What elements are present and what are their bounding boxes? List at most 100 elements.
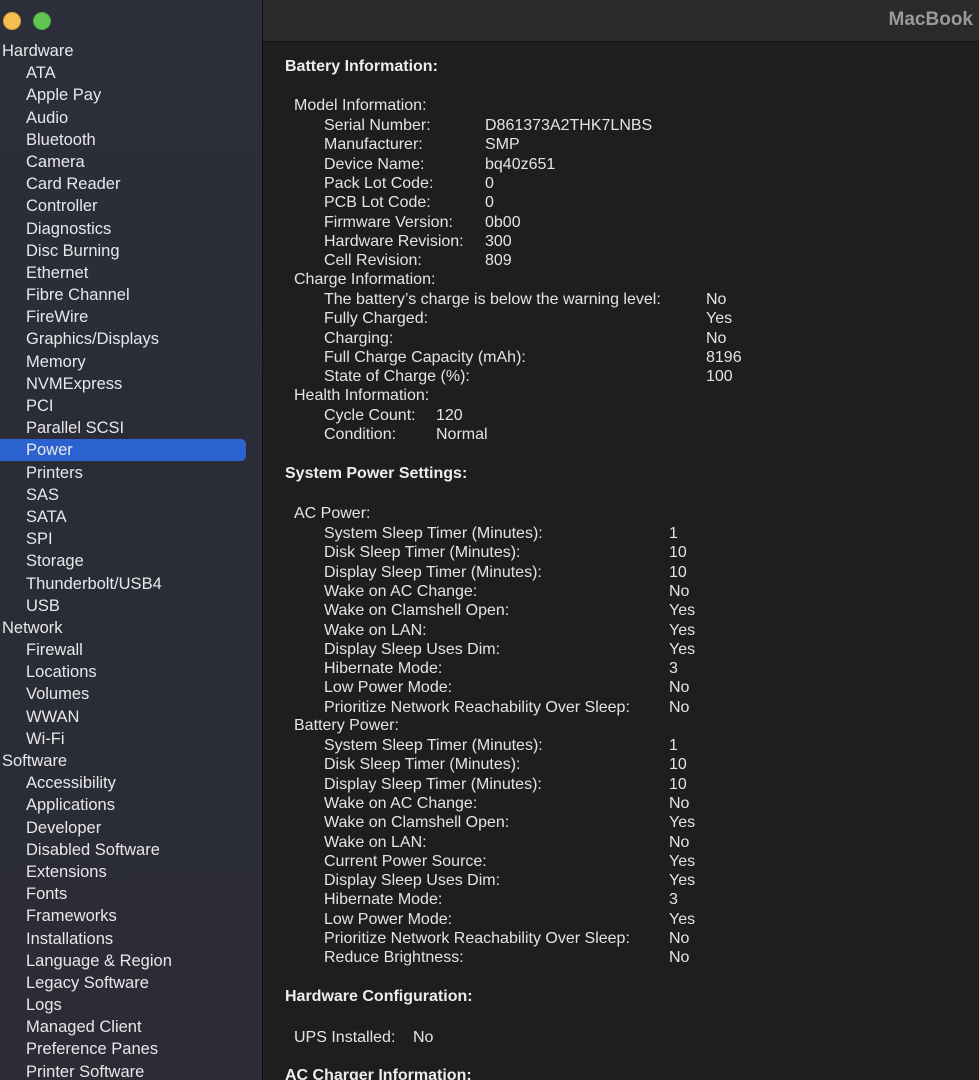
sidebar-item[interactable]: Applications bbox=[0, 794, 262, 816]
sidebar-item[interactable]: Ethernet bbox=[0, 262, 262, 284]
sidebar-item[interactable]: Wi-Fi bbox=[0, 728, 262, 750]
sidebar-item[interactable]: Graphics/Displays bbox=[0, 328, 262, 350]
sidebar-item[interactable]: Audio bbox=[0, 107, 262, 129]
sidebar-item-label: Printers bbox=[26, 463, 83, 482]
sidebar-item-label: Developer bbox=[26, 818, 102, 837]
sidebar-item[interactable]: ATA bbox=[0, 62, 262, 84]
info-row: State of Charge (%): 100 bbox=[324, 367, 963, 386]
sidebar-item[interactable]: Power bbox=[0, 439, 262, 462]
sidebar-item[interactable]: Printers bbox=[0, 462, 262, 484]
sidebar-item[interactable]: Language & Region bbox=[0, 950, 262, 972]
sidebar-item[interactable]: Camera bbox=[0, 151, 262, 173]
info-value: 10 bbox=[669, 775, 687, 793]
sidebar-item[interactable]: NVMExpress bbox=[0, 373, 262, 395]
sidebar-item[interactable]: Storage bbox=[0, 550, 262, 572]
sidebar-item[interactable]: Accessibility bbox=[0, 772, 262, 794]
sidebar-category[interactable]: Software bbox=[0, 750, 262, 772]
ac-power-heading: AC Power: bbox=[294, 505, 371, 522]
sidebar-item[interactable]: USB bbox=[0, 595, 262, 617]
sidebar-item-label: Memory bbox=[26, 352, 86, 371]
info-label: Wake on LAN: bbox=[324, 833, 427, 851]
sidebar-item[interactable]: SATA bbox=[0, 506, 262, 528]
sidebar-item[interactable]: Disc Burning bbox=[0, 240, 262, 262]
info-label: Wake on LAN: bbox=[324, 621, 427, 639]
info-row: Firmware Version: 0b00 bbox=[324, 213, 963, 232]
info-value: No bbox=[669, 582, 690, 600]
info-row: Cell Revision: 809 bbox=[324, 251, 963, 270]
sidebar-item[interactable]: Fibre Channel bbox=[0, 284, 262, 306]
info-value: 8196 bbox=[706, 348, 742, 366]
sidebar-category[interactable]: Hardware bbox=[0, 40, 262, 62]
info-value: 1 bbox=[669, 737, 678, 754]
sidebar-item[interactable]: SPI bbox=[0, 528, 262, 550]
info-value: 100 bbox=[706, 368, 733, 386]
info-value: No bbox=[706, 329, 727, 347]
info-value: Yes bbox=[669, 814, 696, 832]
info-value: 0 bbox=[485, 194, 494, 212]
info-row: Device Name: bq40z651 bbox=[324, 155, 963, 174]
info-row: Display Sleep Timer (Minutes): 10 bbox=[324, 563, 963, 582]
info-label: Device Name: bbox=[324, 155, 425, 173]
sidebar-list: Hardware ATA Apple Pay Audio Bluetooth Camera… bbox=[0, 40, 262, 1080]
info-row: System Sleep Timer (Minutes): 1 bbox=[324, 524, 963, 543]
info-value: 0 bbox=[485, 174, 494, 192]
sidebar-item-label: PCI bbox=[26, 397, 54, 415]
sidebar-item-label: Diagnostics bbox=[26, 219, 112, 238]
info-row: Hibernate Mode: 3 bbox=[324, 659, 963, 678]
sidebar-item[interactable]: Diagnostics bbox=[0, 218, 262, 240]
sidebar-item-label: Language & Region bbox=[26, 951, 172, 970]
info-row: Display Sleep Uses Dim: Yes bbox=[324, 871, 963, 890]
sidebar-item[interactable]: SAS bbox=[0, 484, 262, 506]
ups-installed-row: UPS Installed: No bbox=[294, 1028, 594, 1047]
sidebar-item[interactable]: Disabled Software bbox=[0, 839, 262, 861]
sidebar-item[interactable]: Card Reader bbox=[0, 173, 262, 195]
sidebar-item[interactable]: Bluetooth bbox=[0, 129, 262, 151]
sidebar: Hardware ATA Apple Pay Audio Bluetooth Camera… bbox=[0, 0, 263, 1080]
sidebar-item[interactable]: Firewall bbox=[0, 639, 262, 661]
info-value: 3 bbox=[669, 891, 678, 909]
sidebar-item[interactable]: Parallel SCSI bbox=[0, 417, 262, 439]
info-row: Serial Number: D861373A2THK7LNBS bbox=[324, 116, 963, 135]
sidebar-item[interactable]: Extensions bbox=[0, 861, 262, 883]
sidebar-item-label: Disabled Software bbox=[26, 840, 160, 859]
sidebar-item[interactable]: Locations bbox=[0, 661, 262, 683]
minimize-window-button[interactable] bbox=[3, 12, 21, 30]
info-label: Condition: bbox=[324, 426, 397, 444]
info-row: Charging: No bbox=[324, 329, 963, 348]
info-row: Low Power Mode: Yes bbox=[324, 910, 963, 929]
sidebar-item[interactable]: Thunderbolt/USB4 bbox=[0, 573, 262, 595]
info-label: Cycle Count: bbox=[324, 407, 416, 424]
sidebar-item-label: Extensions bbox=[26, 862, 107, 881]
info-label: PCB Lot Code: bbox=[324, 194, 431, 212]
info-value: 10 bbox=[669, 563, 687, 581]
sidebar-item[interactable]: Logs bbox=[0, 994, 262, 1016]
sidebar-item[interactable]: Developer bbox=[0, 817, 262, 839]
sidebar-item[interactable]: Controller bbox=[0, 195, 262, 217]
sidebar-item-label: USB bbox=[26, 596, 60, 615]
info-row: Full Charge Capacity (mAh): 8196 bbox=[324, 348, 963, 367]
sidebar-item[interactable]: Memory bbox=[0, 351, 262, 373]
sidebar-item[interactable]: Fonts bbox=[0, 883, 262, 905]
info-value: 0b00 bbox=[485, 213, 521, 231]
sidebar-item[interactable]: Frameworks bbox=[0, 905, 262, 927]
sidebar-item-label: Parallel SCSI bbox=[26, 419, 125, 438]
sidebar-item[interactable]: Installations bbox=[0, 928, 262, 950]
hardware-configuration-title: Hardware Configuration: bbox=[285, 988, 473, 1005]
sidebar-item[interactable]: Volumes bbox=[0, 683, 262, 705]
info-value: Yes bbox=[669, 640, 696, 658]
info-label: Display Sleep Uses Dim: bbox=[324, 640, 501, 658]
sidebar-item-label: Graphics/Displays bbox=[26, 330, 159, 349]
sidebar-item[interactable]: Managed Client bbox=[0, 1016, 262, 1038]
sidebar-item[interactable]: PCI bbox=[0, 395, 262, 417]
sidebar-item[interactable]: Legacy Software bbox=[0, 972, 262, 994]
sidebar-item[interactable]: WWAN bbox=[0, 706, 262, 728]
sidebar-item[interactable]: Apple Pay bbox=[0, 84, 262, 106]
sidebar-category[interactable]: Network bbox=[0, 617, 262, 639]
info-value: No bbox=[669, 679, 690, 697]
sidebar-item[interactable]: FireWire bbox=[0, 306, 262, 328]
sidebar-item[interactable]: Preference Panes bbox=[0, 1038, 262, 1060]
sidebar-item[interactable]: Printer Software bbox=[0, 1061, 262, 1080]
zoom-window-button[interactable] bbox=[33, 12, 51, 30]
info-row: The battery’s charge is below the warnin… bbox=[324, 290, 963, 309]
info-label: Disk Sleep Timer (Minutes): bbox=[324, 544, 521, 562]
